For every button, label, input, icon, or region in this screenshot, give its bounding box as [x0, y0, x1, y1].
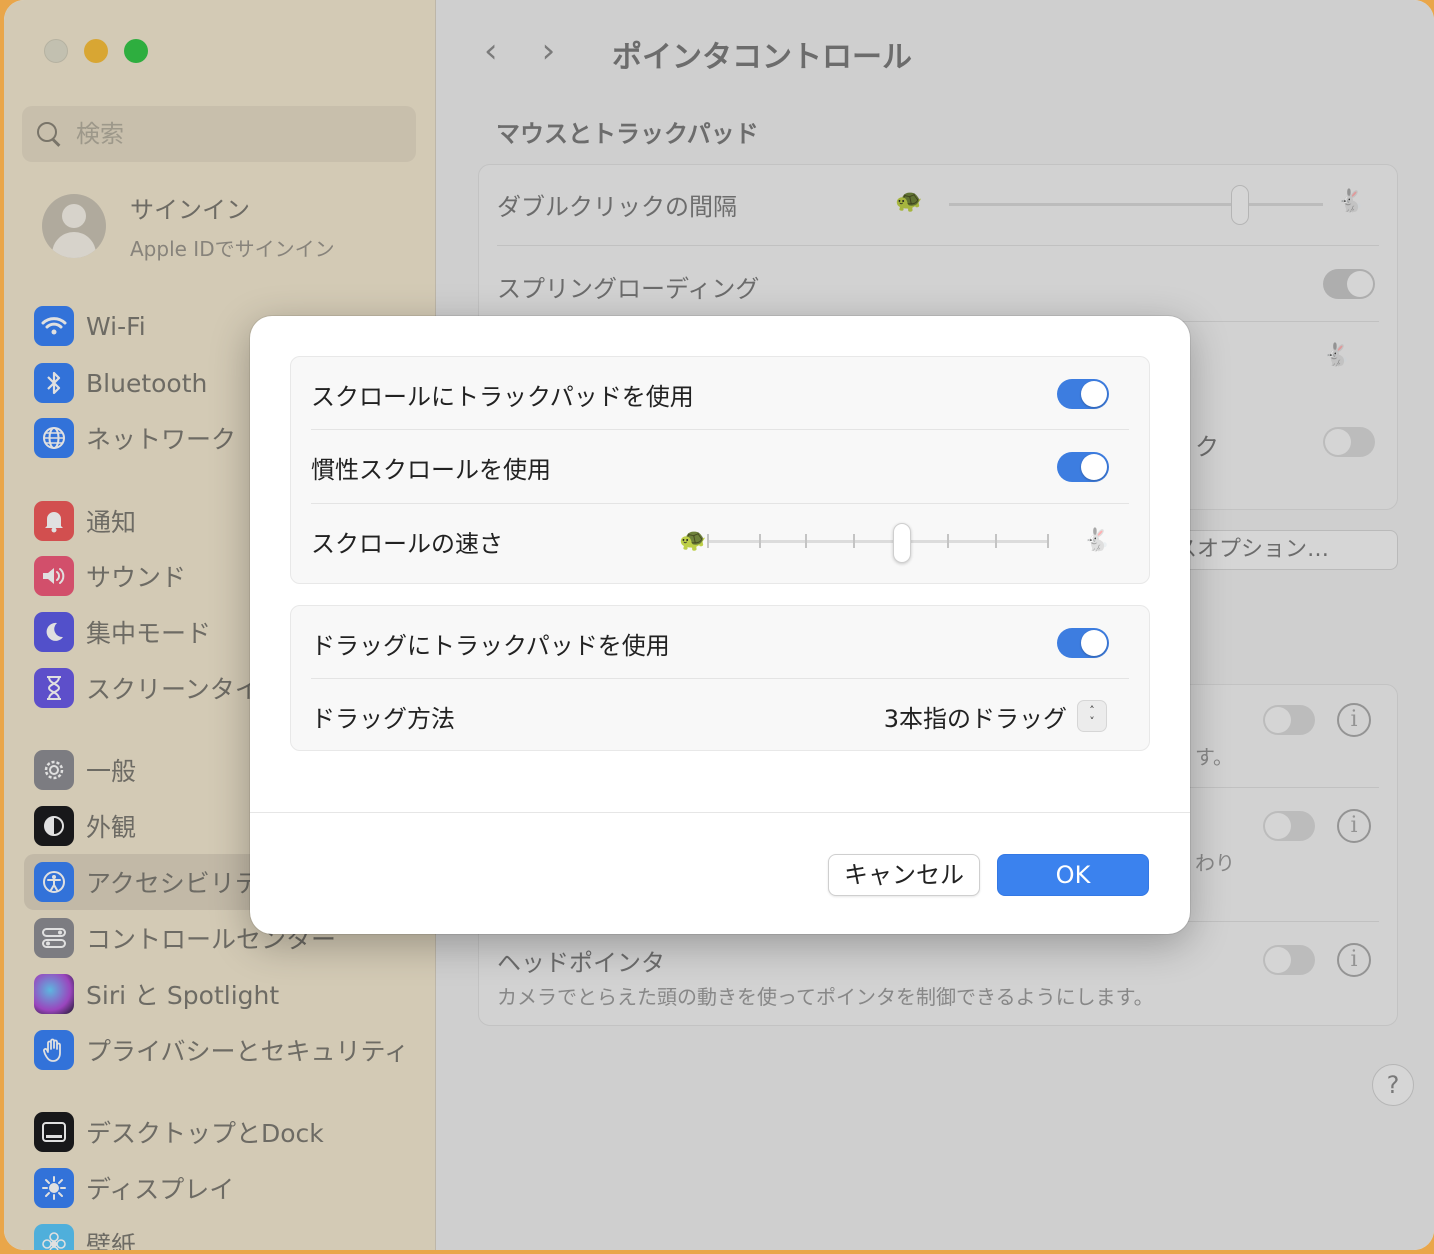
slider-thumb[interactable] — [892, 523, 911, 563]
cancel-button[interactable]: キャンセル — [828, 854, 980, 896]
rabbit-icon: 🐇 — [1083, 528, 1111, 553]
drag-method-row: ドラッグ方法 3本指のドラッグ ˄ ˅ — [311, 679, 1129, 753]
scroll-trackpad-toggle[interactable] — [1057, 379, 1109, 409]
drag-trackpad-toggle[interactable] — [1057, 628, 1109, 658]
drag-method-label: ドラッグ方法 — [311, 704, 455, 733]
sheet-divider — [250, 812, 1190, 813]
inertia-scroll-label: 慣性スクロールを使用 — [311, 455, 551, 484]
trackpad-options-sheet: スクロールにトラックパッドを使用 慣性スクロールを使用 スクロールの速さ 🐢 🐇 — [250, 316, 1190, 934]
inertia-scroll-toggle[interactable] — [1057, 452, 1109, 482]
drag-settings-card: ドラッグにトラックパッドを使用 ドラッグ方法 3本指のドラッグ ˄ ˅ — [290, 605, 1150, 751]
inertia-scroll-row: 慣性スクロールを使用 — [311, 430, 1129, 504]
drag-trackpad-row: ドラッグにトラックパッドを使用 — [311, 606, 1129, 680]
drag-method-popup[interactable]: 3本指のドラッグ ˄ ˅ — [884, 699, 1107, 734]
turtle-icon: 🐢 — [679, 528, 707, 553]
scroll-trackpad-row: スクロールにトラックパッドを使用 — [311, 357, 1129, 431]
scroll-settings-card: スクロールにトラックパッドを使用 慣性スクロールを使用 スクロールの速さ 🐢 🐇 — [290, 356, 1150, 584]
ok-button[interactable]: OK — [997, 854, 1149, 896]
chevron-up-down-icon: ˄ ˅ — [1077, 700, 1107, 732]
drag-method-value: 3本指のドラッグ — [883, 704, 1067, 733]
scroll-speed-label: スクロールの速さ — [311, 529, 503, 558]
scroll-speed-slider[interactable]: 🐢 🐇 — [663, 504, 1110, 578]
scroll-trackpad-label: スクロールにトラックパッドを使用 — [311, 382, 694, 411]
drag-trackpad-label: ドラッグにトラックパッドを使用 — [311, 631, 670, 660]
